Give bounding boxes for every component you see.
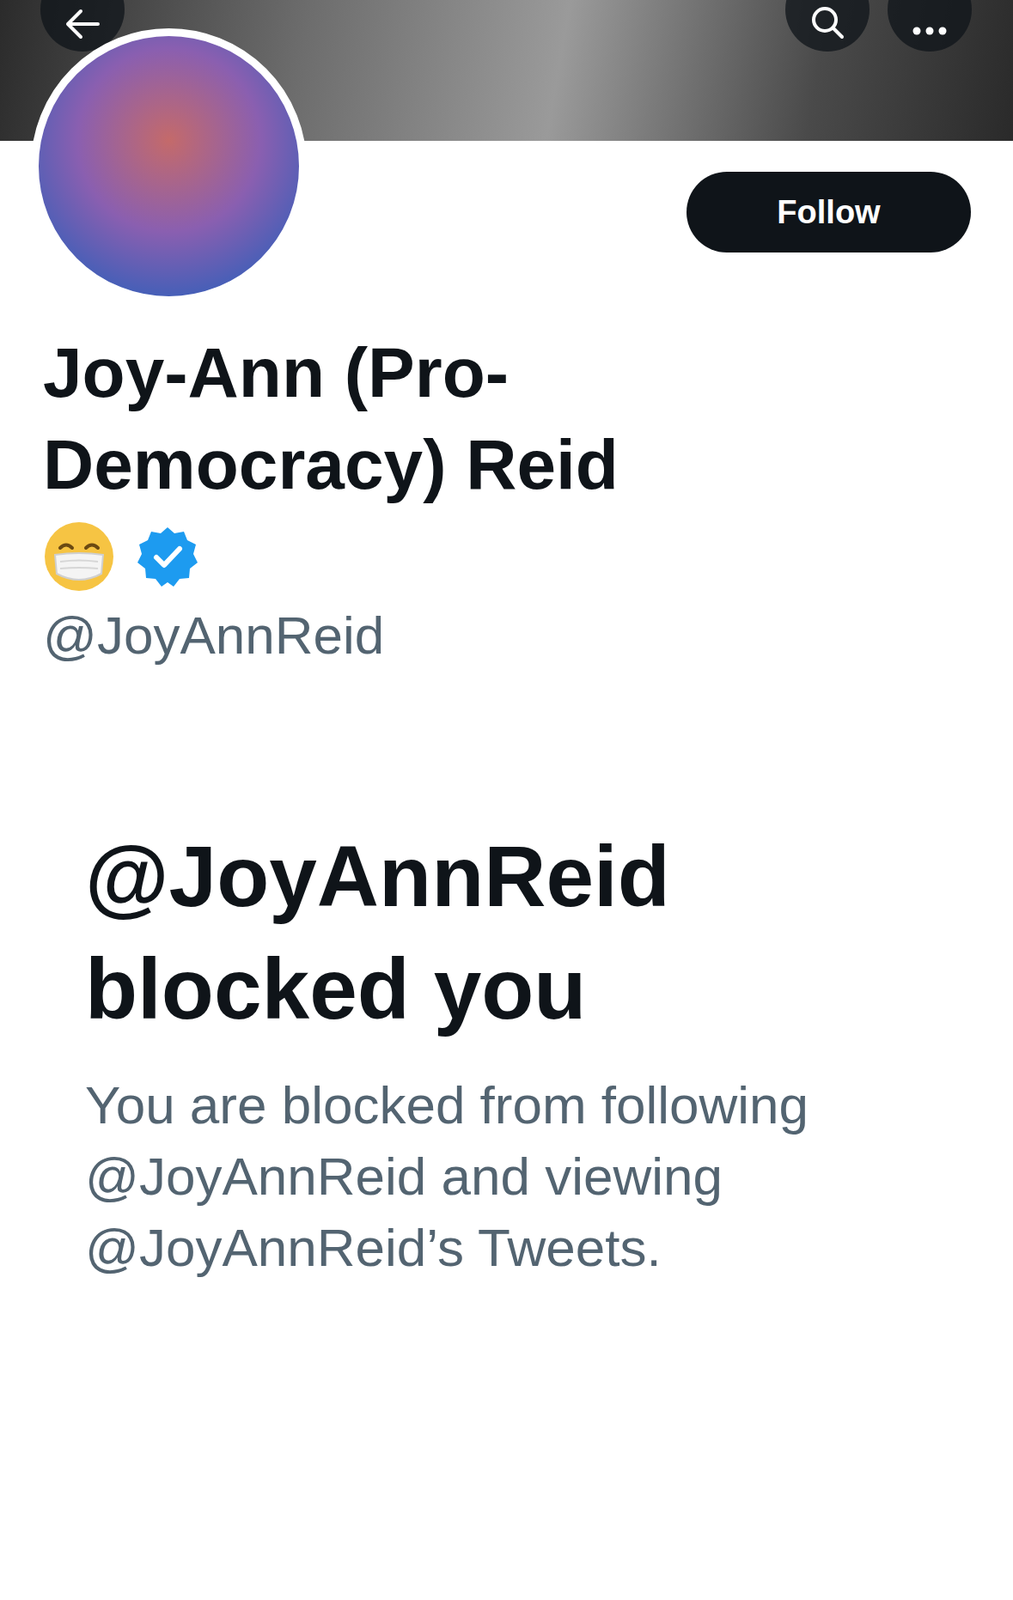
profile-avatar[interactable] (30, 28, 307, 305)
name-badges (42, 520, 1013, 593)
blocked-notice: @JoyAnnReid blocked you You are blocked f… (85, 820, 928, 1284)
mask-face-icon (42, 520, 116, 593)
blocked-message: You are blocked from following @JoyAnnRe… (85, 1069, 928, 1284)
follow-button[interactable]: Follow (686, 171, 971, 253)
verified-badge-icon (135, 524, 200, 589)
search-button[interactable] (785, 0, 870, 52)
back-arrow-icon (65, 8, 100, 40)
profile-name: Joy-Ann (Pro-Democracy) Reid (42, 326, 800, 511)
blocked-title: @JoyAnnReid blocked you (85, 820, 928, 1046)
profile-handle: @JoyAnnReid (42, 604, 1013, 668)
more-icon (911, 22, 948, 40)
more-button[interactable] (887, 0, 972, 52)
search-icon (810, 5, 845, 40)
